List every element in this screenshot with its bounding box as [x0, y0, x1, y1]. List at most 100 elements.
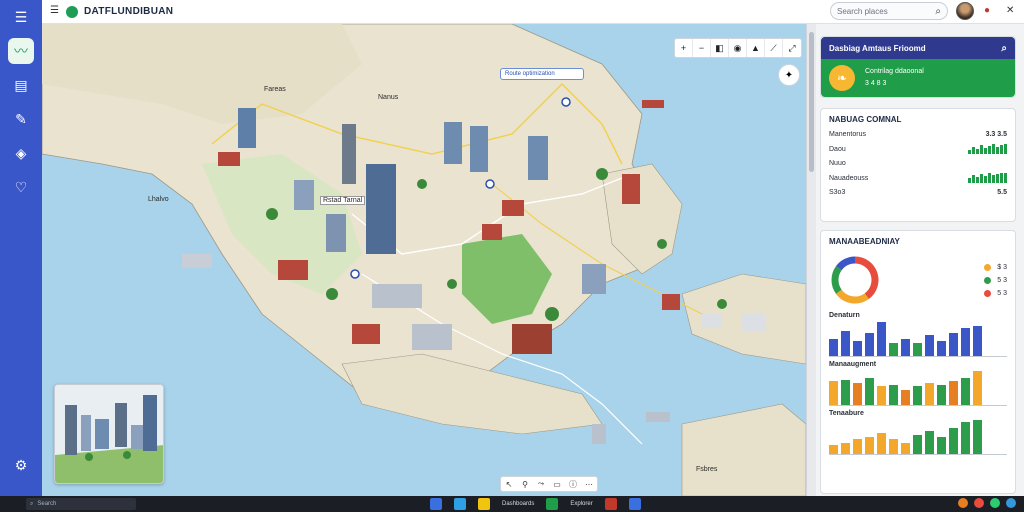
rail-item-layers[interactable]: ◈ [8, 140, 34, 166]
north-icon[interactable]: ▲ [747, 39, 765, 57]
bar[interactable] [913, 435, 922, 454]
bar[interactable] [901, 339, 910, 356]
bar[interactable] [889, 438, 898, 454]
bar[interactable] [853, 438, 862, 454]
hamburger-icon[interactable]: ☰ [8, 4, 34, 30]
donut-slice[interactable] [835, 289, 869, 304]
rail-item-favorites[interactable]: ♡ [8, 174, 34, 200]
bar[interactable] [829, 444, 838, 454]
bar-series[interactable] [829, 321, 1007, 357]
tray-icon[interactable] [974, 498, 984, 508]
zoom-in-icon[interactable]: + [675, 39, 693, 57]
app-icon[interactable] [430, 498, 442, 510]
bar[interactable] [937, 341, 946, 356]
bar[interactable] [973, 371, 982, 405]
scroll-thumb[interactable] [809, 32, 814, 172]
route-icon[interactable]: ⤳ [533, 477, 549, 491]
ruler-icon[interactable]: ⟋ [765, 39, 783, 57]
bar[interactable] [889, 384, 898, 405]
bar[interactable] [949, 427, 958, 454]
map-marker[interactable] [561, 97, 571, 107]
tray-icon[interactable] [990, 498, 1000, 508]
bar[interactable] [877, 433, 886, 454]
map-marker[interactable] [485, 179, 495, 189]
app-icon[interactable] [454, 498, 466, 510]
donut-slice[interactable] [854, 256, 879, 300]
pin-icon[interactable]: ⚲ [517, 477, 533, 491]
metric-row[interactable]: Daou [821, 141, 1015, 157]
search-icon[interactable]: ⌕ [1001, 43, 1007, 54]
3d-icon[interactable]: ◉ [729, 39, 747, 57]
bar-series[interactable] [829, 370, 1007, 406]
tray-icon[interactable] [958, 498, 968, 508]
app-icon[interactable] [628, 498, 641, 510]
map-canvas[interactable]: Route optimization Fareas Nanus Lhalvo R… [42, 24, 806, 496]
donut-slice[interactable] [831, 266, 842, 294]
map-scrollbar[interactable] [806, 24, 816, 496]
bar[interactable] [913, 343, 922, 356]
avatar[interactable] [956, 2, 974, 20]
rail-item-edit[interactable]: ✎ [8, 106, 34, 132]
bar[interactable] [973, 420, 982, 454]
route-chip[interactable]: Route optimization [500, 68, 584, 80]
bar[interactable] [949, 381, 958, 405]
folder-icon[interactable] [478, 498, 490, 510]
donut-slice[interactable] [835, 256, 856, 271]
menu-icon[interactable]: ☰ [50, 5, 59, 16]
metric-row[interactable]: Nauadeouss [821, 170, 1015, 186]
taskbar-label[interactable]: Explorer [570, 498, 592, 510]
bar[interactable] [877, 386, 886, 405]
zoom-out-icon[interactable]: − [693, 39, 711, 57]
rail-item-reports[interactable]: ▤ [8, 72, 34, 98]
settings-icon[interactable]: ⚙ [8, 452, 34, 478]
bar[interactable] [865, 437, 874, 454]
bar[interactable] [901, 442, 910, 454]
bar[interactable] [829, 339, 838, 356]
donut-chart[interactable] [829, 254, 881, 306]
area-icon[interactable]: ▭ [549, 477, 565, 491]
bar[interactable] [961, 328, 970, 356]
bar[interactable] [877, 322, 886, 356]
tray-icon[interactable] [1006, 498, 1016, 508]
bar[interactable] [937, 384, 946, 405]
bar[interactable] [961, 421, 970, 454]
app-icon[interactable] [546, 498, 559, 510]
bar[interactable] [925, 382, 934, 405]
bar[interactable] [853, 341, 862, 356]
metric-row[interactable]: S3o3 5.5 [821, 186, 1015, 199]
taskbar-search[interactable]: ⌕ Search [26, 498, 136, 510]
compass-icon[interactable]: ✦ [778, 64, 800, 86]
fullscreen-icon[interactable]: ⤢ [783, 39, 801, 57]
inset-3d-view[interactable] [54, 384, 164, 484]
taskbar-label[interactable]: Dashboards [502, 498, 534, 510]
metric-row[interactable]: Nuuo [821, 157, 1015, 170]
bar[interactable] [901, 389, 910, 405]
pointer-icon[interactable]: ↖ [501, 477, 517, 491]
bar[interactable] [925, 431, 934, 454]
bar[interactable] [841, 442, 850, 454]
bar[interactable] [913, 386, 922, 405]
bar[interactable] [937, 437, 946, 454]
bar[interactable] [925, 334, 934, 356]
map-marker[interactable] [350, 269, 360, 279]
bell-icon[interactable]: ● [984, 5, 990, 16]
rail-item-dashboard[interactable]: 〰 [8, 38, 34, 64]
bar[interactable] [865, 332, 874, 356]
bar[interactable] [853, 382, 862, 405]
bar[interactable] [841, 379, 850, 405]
app-icon[interactable] [604, 498, 617, 510]
search-icon[interactable]: ⌕ [935, 6, 941, 17]
bar[interactable] [829, 381, 838, 405]
metric-row[interactable]: Manentorus 3.3 3.5 [821, 128, 1015, 141]
bar-series[interactable] [829, 419, 1007, 455]
layers-icon[interactable]: ◧ [711, 39, 729, 57]
bar[interactable] [961, 377, 970, 405]
search-box[interactable]: Search places ⌕ [830, 2, 948, 20]
status-strip[interactable]: ❧ Contrilag ddaoonal 3 4 8 3 [821, 59, 1015, 97]
bar[interactable] [865, 377, 874, 405]
bar[interactable] [841, 330, 850, 356]
bar[interactable] [973, 326, 982, 356]
more-icon[interactable]: ⋯ [581, 477, 597, 491]
bar[interactable] [949, 332, 958, 356]
info-icon[interactable]: ⓘ [565, 477, 581, 491]
